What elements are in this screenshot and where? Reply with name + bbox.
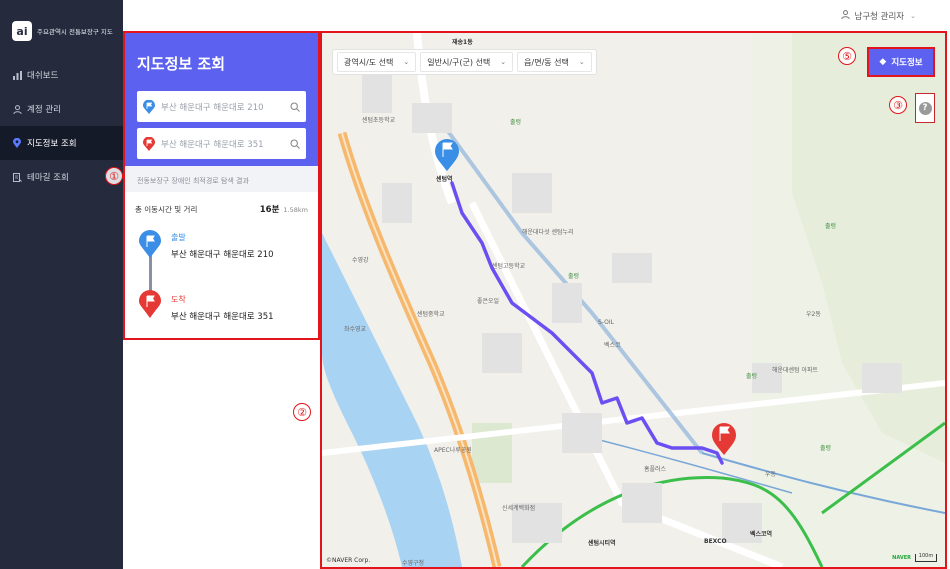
- sidebar-item-label: 지도정보 조회: [27, 139, 77, 149]
- map-label: 출렁: [820, 445, 832, 452]
- map-label: 출렁: [825, 223, 837, 230]
- sidebar-item-map-info[interactable]: 지도정보 조회: [0, 126, 123, 160]
- start-label: 출발: [171, 233, 186, 242]
- region-selectors: 광역시/도 선택 ⌄ 일반시/구(군) 선택 ⌄ 읍/면/동 선택 ⌄: [332, 49, 597, 75]
- map-pin-icon: [12, 138, 22, 148]
- map-label: S-OIL: [598, 319, 614, 326]
- map-label: 해운대다섯 센텀누리: [522, 229, 574, 236]
- map-label: 센텀중학교: [417, 311, 445, 318]
- start-address: 부산 해운대구 해운대로 210: [171, 250, 274, 260]
- map-label: 재송1동: [452, 39, 473, 46]
- destination-input-value: 부산 해운대구 해운대로 351: [161, 139, 264, 150]
- sidebar: ai 주요관역시 전통보장구 지도 대쉬보드 계정 관리 지도정보 조회 테마길…: [0, 0, 123, 569]
- user-name: 남구청 관리자: [854, 12, 905, 22]
- map-label: 출렁: [510, 119, 522, 126]
- map-copyright: ©NAVER Corp.: [326, 557, 371, 564]
- map-label: 좋은오일: [477, 298, 500, 305]
- map-canvas[interactable]: [322, 33, 945, 567]
- end-label: 도착: [171, 295, 186, 304]
- naver-logo: NAVER: [892, 555, 911, 561]
- end-flag-icon: [139, 290, 161, 318]
- map-label: 벡스코역: [750, 531, 773, 538]
- map-label: 우2동: [806, 311, 821, 318]
- map-label: 수영강: [352, 257, 369, 264]
- result-title: 전동보장구 장애인 최적경로 탐색 결과: [125, 166, 318, 192]
- panel-title: 지도정보 조회: [137, 55, 226, 73]
- route-panel: 지도정보 조회 부산 해운대구 해운대로 210 부산 해운대구 해운대로 35…: [123, 31, 320, 340]
- bar-chart-icon: [12, 70, 22, 80]
- logo-text: 주요관역시 전통보장구 지도: [37, 28, 113, 36]
- help-icon: ?: [918, 101, 932, 115]
- total-summary: 총 이동시간 및 거리 16분 1.58km: [125, 192, 318, 222]
- town-select[interactable]: 읍/면/동 선택 ⌄: [517, 52, 592, 72]
- map-info-layer-button[interactable]: ◆ 지도정보: [867, 47, 935, 77]
- map-label: 신세계백화점: [502, 505, 536, 512]
- search-icon[interactable]: [290, 138, 300, 149]
- end-address: 부산 해운대구 해운대로 351: [171, 312, 274, 322]
- annotation-marker: ⑤: [838, 47, 856, 65]
- destination-input[interactable]: 부산 해운대구 해운대로 351: [137, 128, 306, 159]
- total-time: 16분: [259, 205, 280, 215]
- map-label: 센텀초등학교: [362, 117, 396, 124]
- chevron-down-icon: ⌄: [500, 58, 507, 66]
- route-summary: 출발 부산 해운대구 해운대로 210 도착 부산 해운대구 해운대로 351: [125, 230, 318, 340]
- origin-input-value: 부산 해운대구 해운대로 210: [161, 102, 264, 113]
- map-view[interactable]: 재송1동 센텀초등학교 센텀중학교 센텀역 센텀고등학교 출렁 해운대다섯 센텀…: [320, 31, 947, 569]
- map-label: 해운대센텀 아파트: [772, 367, 819, 374]
- logo[interactable]: ai 주요관역시 전통보장구 지도: [0, 0, 123, 46]
- logo-mark-icon: ai: [12, 21, 32, 41]
- total-label: 총 이동시간 및 거리: [135, 205, 198, 214]
- panel-header: 지도정보 조회 부산 해운대구 해운대로 210 부산 해운대구 해운대로 35…: [125, 33, 318, 166]
- layers-icon: ◆: [879, 57, 887, 67]
- map-label: 출렁: [746, 373, 758, 380]
- end-pin-icon: [143, 136, 155, 151]
- chevron-down-icon: ⌄: [403, 58, 410, 66]
- map-label: 센텀고등학교: [492, 263, 526, 270]
- map-label: 벡스코: [604, 342, 621, 349]
- city-select[interactable]: 광역시/도 선택 ⌄: [337, 52, 417, 72]
- map-label: APEC나루공원: [434, 447, 472, 454]
- origin-input[interactable]: 부산 해운대구 해운대로 210: [137, 91, 306, 122]
- map-label: 우동: [765, 471, 777, 478]
- sidebar-item-dashboard[interactable]: 대쉬보드: [0, 58, 123, 92]
- map-scale: 100m: [915, 554, 937, 562]
- map-label: BEXCO: [704, 538, 727, 545]
- map-label: 센텀역: [436, 176, 453, 183]
- district-select[interactable]: 일반시/구(군) 선택 ⌄: [420, 52, 514, 72]
- map-label: 센텀시티역: [588, 540, 616, 547]
- help-button[interactable]: ?: [915, 93, 935, 123]
- map-label: 좌수영교: [344, 326, 367, 333]
- sidebar-item-label: 계정 관리: [27, 105, 61, 115]
- annotation-marker: ②: [293, 403, 311, 421]
- annotation-marker: ③: [889, 96, 907, 114]
- map-label: 홈플러스: [644, 466, 667, 473]
- sidebar-item-label: 테마길 조회: [27, 173, 69, 183]
- total-distance: 1.58km: [283, 206, 308, 214]
- annotation-marker: ①: [105, 167, 123, 185]
- map-label: 출렁: [568, 273, 580, 280]
- top-bar: 남구청 관리자 ⌄: [123, 0, 950, 31]
- user-icon: [840, 10, 850, 22]
- chevron-down-icon: ⌄: [578, 58, 585, 66]
- sidebar-item-accounts[interactable]: 계정 관리: [0, 92, 123, 126]
- user-menu[interactable]: 남구청 관리자 ⌄: [840, 10, 916, 22]
- sidebar-item-label: 대쉬보드: [27, 71, 59, 81]
- start-pin-icon: [143, 99, 155, 114]
- map-label: 수영구청: [402, 560, 425, 567]
- chevron-down-icon: ⌄: [910, 12, 916, 20]
- start-flag-icon: [139, 230, 161, 258]
- search-icon[interactable]: [290, 101, 300, 112]
- theme-road-icon: [12, 172, 22, 182]
- user-icon: [12, 104, 22, 114]
